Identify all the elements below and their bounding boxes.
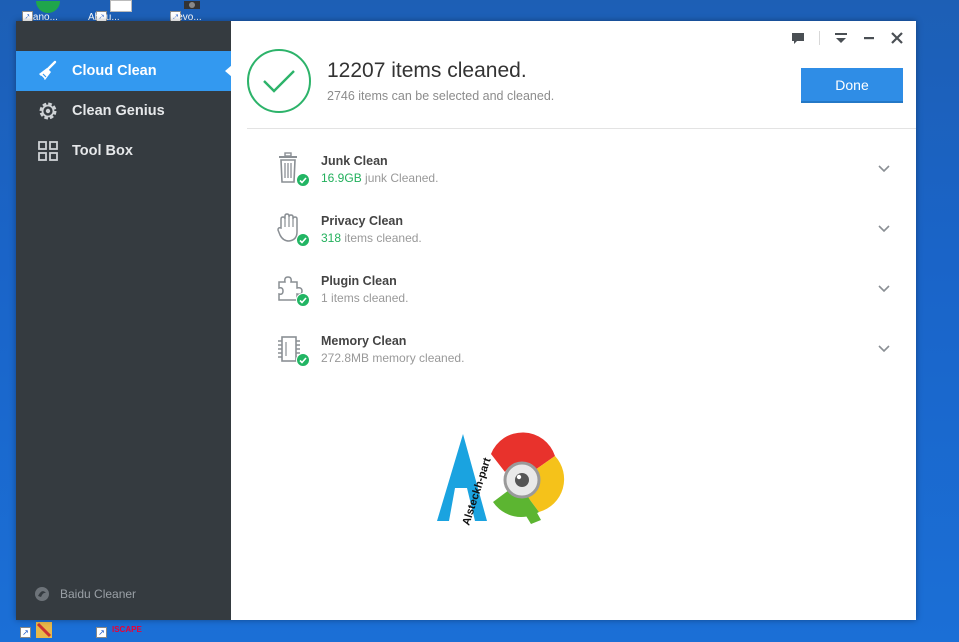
- sidebar-item-tool-box[interactable]: Tool Box: [16, 131, 231, 171]
- summary-text: 12207 items cleaned. 2746 items can be s…: [327, 59, 554, 103]
- trash-icon: [275, 152, 310, 187]
- desktop-icon-about[interactable]: ↗ Abou...: [88, 0, 132, 23]
- result-title: Privacy Clean: [321, 213, 403, 228]
- check-badge-icon: [296, 293, 310, 307]
- desktop-icon-bottom-1[interactable]: ↗: [20, 620, 54, 642]
- control-separator: [819, 31, 820, 45]
- watermark-logo-icon: Alsteckh-part: [437, 432, 565, 527]
- result-row-privacy-clean[interactable]: Privacy Clean 318 items cleaned.: [275, 199, 892, 259]
- baidu-cleaner-window: Cloud Clean Clean Genius Tool Box Baidu …: [16, 21, 916, 620]
- sidebar-item-label: Cloud Clean: [72, 63, 157, 79]
- result-text: Memory Clean 272.8MB memory cleaned.: [321, 334, 464, 365]
- desktop-icon-bottom-2[interactable]: ↗ ISCAPE: [96, 620, 156, 642]
- puzzle-icon: [275, 272, 310, 307]
- window-controls: [791, 31, 904, 45]
- chip-icon: [275, 332, 310, 367]
- hand-icon: [275, 212, 310, 247]
- cleaned-count: 12207: [327, 59, 386, 82]
- desktop-icon-revo[interactable]: ↗ Revo...: [170, 0, 204, 23]
- sidebar-item-clean-genius[interactable]: Clean Genius: [16, 91, 231, 131]
- success-check-icon: [247, 49, 311, 113]
- result-suffix: items cleaned.: [344, 230, 422, 245]
- gear-icon: [36, 99, 60, 123]
- check-badge-icon: [296, 353, 310, 367]
- chevron-down-icon[interactable]: [876, 221, 892, 237]
- brand-name: Baidu Cleaner: [60, 587, 137, 601]
- chevron-down-icon[interactable]: [876, 161, 892, 177]
- broom-icon: [36, 59, 60, 83]
- desktop-icon-label: ISCAPE: [112, 625, 142, 634]
- sidebar-item-cloud-clean[interactable]: Cloud Clean: [16, 51, 232, 91]
- menu-icon[interactable]: [834, 31, 848, 45]
- result-text: Plugin Clean 1 items cleaned.: [321, 274, 408, 305]
- result-value: 1: [321, 290, 328, 305]
- result-detail: 1 items cleaned.: [321, 291, 408, 305]
- result-title: Plugin Clean: [321, 273, 397, 288]
- cleaned-headline-suffix: items cleaned.: [391, 59, 527, 82]
- result-text: Privacy Clean 318 items cleaned.: [321, 214, 422, 245]
- close-icon[interactable]: [890, 31, 904, 45]
- sidebar: Cloud Clean Clean Genius Tool Box Baidu …: [16, 21, 232, 620]
- chevron-down-icon[interactable]: [876, 281, 892, 297]
- result-row-plugin-clean[interactable]: Plugin Clean 1 items cleaned.: [275, 259, 892, 319]
- grid-icon: [36, 139, 60, 163]
- chevron-down-icon[interactable]: [876, 341, 892, 357]
- watermark-logo: Alsteckh-part: [427, 426, 577, 536]
- check-badge-icon: [296, 233, 310, 247]
- document-icon: [110, 0, 132, 12]
- result-suffix: memory cleaned.: [372, 350, 465, 365]
- clean-results-list: Junk Clean 16.9GB junk Cleaned. Privacy …: [275, 139, 892, 379]
- result-title: Junk Clean: [321, 153, 388, 168]
- selectable-items-text: 2746 items can be selected and cleaned.: [327, 89, 555, 103]
- baidu-cleaner-logo-icon: [35, 587, 49, 601]
- minimize-icon[interactable]: [862, 31, 876, 45]
- result-row-junk-clean[interactable]: Junk Clean 16.9GB junk Cleaned.: [275, 139, 892, 199]
- divider: [247, 128, 916, 129]
- result-suffix: items cleaned.: [331, 290, 409, 305]
- sidebar-nav: Cloud Clean Clean Genius Tool Box: [16, 21, 232, 171]
- result-detail: 16.9GB junk Cleaned.: [321, 171, 438, 185]
- shortcut-arrow-icon: ↗: [20, 627, 31, 638]
- main-panel: 12207 items cleaned. 2746 items can be s…: [231, 21, 916, 620]
- brand-footer: Baidu Cleaner: [34, 586, 136, 602]
- result-suffix: junk Cleaned.: [365, 170, 439, 185]
- sidebar-item-label: Clean Genius: [72, 103, 165, 119]
- result-title: Memory Clean: [321, 333, 407, 348]
- shortcut-arrow-icon: ↗: [96, 627, 107, 638]
- result-text: Junk Clean 16.9GB junk Cleaned.: [321, 154, 438, 185]
- check-badge-icon: [296, 173, 310, 187]
- result-value: 16.9GB: [321, 170, 362, 185]
- done-button[interactable]: Done: [801, 68, 903, 103]
- clean-summary: 12207 items cleaned. 2746 items can be s…: [247, 49, 554, 113]
- result-row-memory-clean[interactable]: Memory Clean 272.8MB memory cleaned.: [275, 319, 892, 379]
- result-detail: 272.8MB memory cleaned.: [321, 351, 464, 365]
- desktop-icon-piano[interactable]: ↗ Piano...: [22, 0, 60, 23]
- result-value: 318: [321, 230, 342, 245]
- cleaned-headline: 12207 items cleaned.: [327, 59, 554, 83]
- result-detail: 318 items cleaned.: [321, 231, 422, 245]
- feedback-icon[interactable]: [791, 31, 805, 45]
- sidebar-item-label: Tool Box: [72, 143, 133, 159]
- result-value: 272.8MB: [321, 350, 370, 365]
